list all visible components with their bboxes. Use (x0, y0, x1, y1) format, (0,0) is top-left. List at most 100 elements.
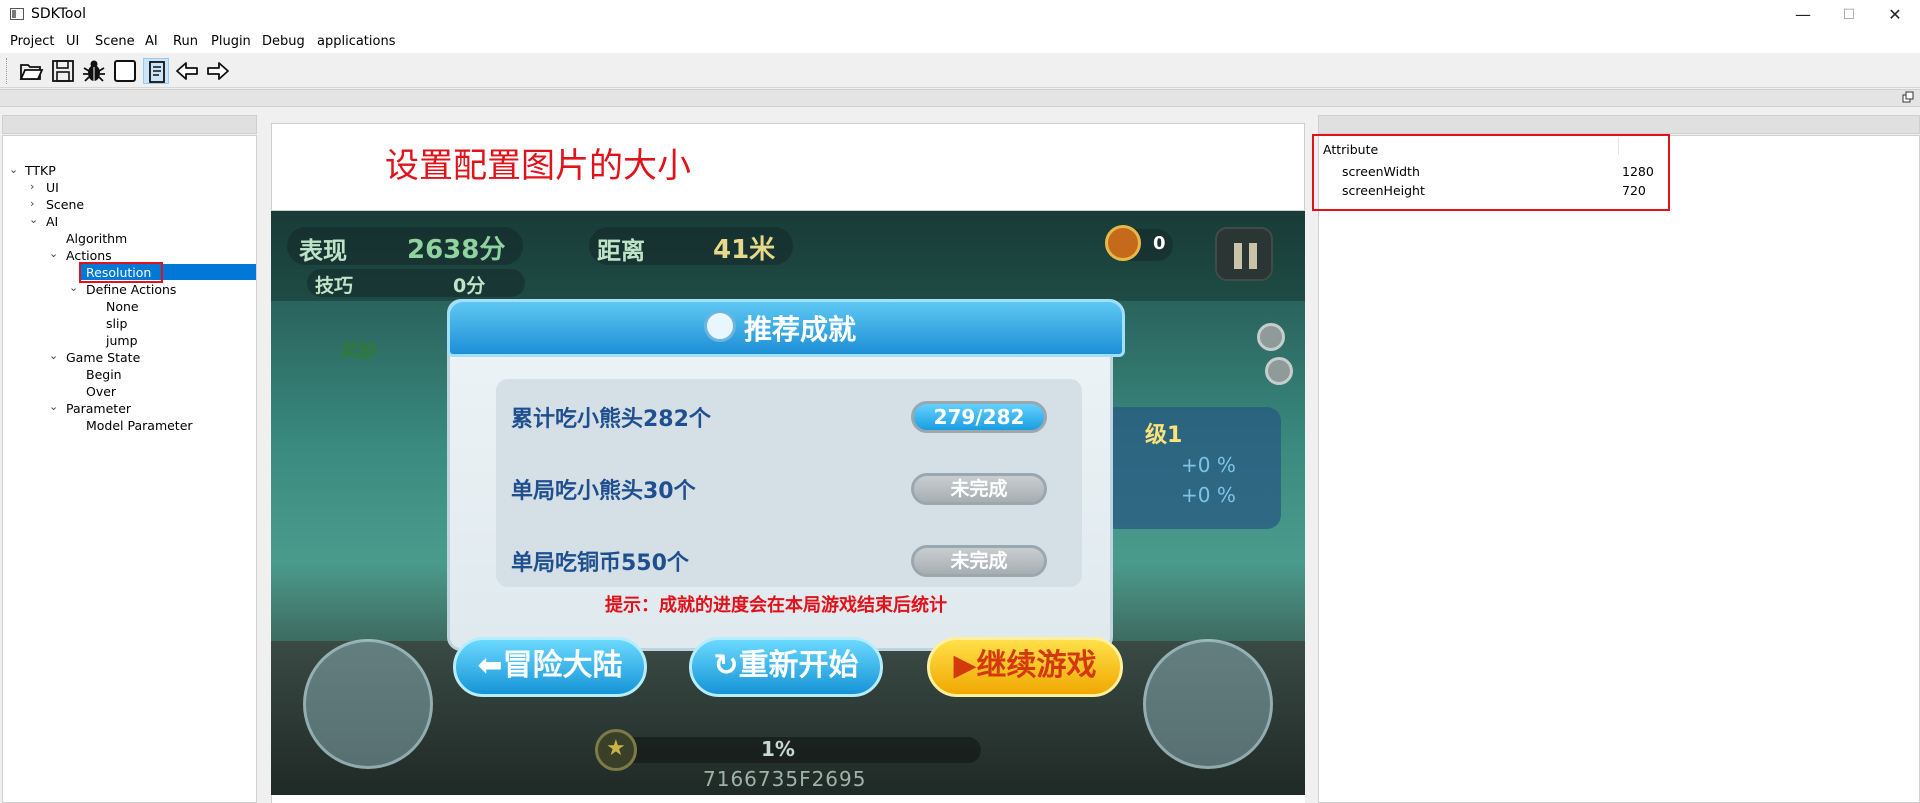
blank-square-icon[interactable] (112, 58, 138, 84)
label-tool-icon[interactable] (143, 58, 169, 84)
window-title: SDKTool (31, 6, 86, 22)
achievement-text: 累计吃小熊头282个 (511, 407, 711, 432)
image-panel-footer (271, 795, 1305, 803)
attribute-panel-header (1318, 115, 1920, 134)
hud-skill-value: 0分 (453, 275, 486, 297)
hud-skill-label: 技巧 (315, 275, 354, 297)
game-screenshot[interactable]: 表现 2638分 技巧 0分 距离 41米 0 奖励 级1 +0 % +0 % … (271, 211, 1305, 795)
chevron-right-icon[interactable]: › (30, 180, 34, 193)
menu-plugin[interactable]: Plugin (211, 34, 251, 49)
dialog-title-bar: 推荐成就 (447, 299, 1125, 357)
coin-icon (1257, 323, 1285, 351)
tree-item-over[interactable]: Over (86, 384, 116, 399)
menu-ui[interactable]: UI (66, 34, 79, 49)
tree-item-define-actions[interactable]: Define Actions (86, 282, 176, 297)
menu-ai[interactable]: AI (145, 34, 158, 49)
float-dock-icon[interactable] (1902, 91, 1914, 103)
hud-score-value: 2638分 (407, 235, 506, 265)
toolbar (0, 53, 1920, 88)
dialog-title: 推荐成就 (744, 313, 857, 346)
back-arrow-icon[interactable] (174, 58, 200, 84)
hud-distance-label: 距离 (597, 237, 645, 265)
hud-score-label: 表现 (299, 237, 347, 265)
game-code: 7166735F2695 (703, 767, 867, 791)
chevron-down-icon[interactable]: ⌄ (49, 349, 58, 362)
chevron-down-icon[interactable]: ⌄ (9, 163, 18, 176)
chevron-down-icon[interactable]: ⌄ (49, 400, 58, 413)
open-folder-icon[interactable] (18, 58, 44, 84)
tree-item-algorithm[interactable]: Algorithm (66, 231, 127, 246)
restart-icon: ↻ (713, 648, 739, 683)
coin-icon (1265, 357, 1293, 385)
chevron-right-icon[interactable]: › (30, 197, 34, 210)
hud-score-pill: 表现 2638分 (287, 227, 523, 265)
close-button[interactable]: ✕ (1872, 0, 1918, 31)
hud-gem-count: 0 (1153, 233, 1166, 254)
tree-item-actions[interactable]: Actions (66, 248, 112, 263)
tree-item-ai[interactable]: AI (46, 214, 58, 229)
menu-debug[interactable]: Debug (262, 34, 305, 49)
attribute-panel (1318, 135, 1920, 803)
side-bonus-1: +0 % (1181, 453, 1236, 477)
save-icon[interactable] (50, 58, 76, 84)
tree-item-resolution[interactable]: Resolution (86, 265, 151, 280)
annotation-caption: 设置配置图片的大小 (385, 146, 691, 186)
continue-button-label: 继续游戏 (976, 648, 1097, 683)
star-icon: ★ (595, 729, 637, 771)
maximize-button[interactable]: ☐ (1826, 0, 1872, 31)
continue-button[interactable]: ▶继续游戏 (927, 637, 1123, 697)
tree-item-parameter[interactable]: Parameter (66, 401, 131, 416)
tree-item-game-state[interactable]: Game State (66, 350, 140, 365)
achievement-row: 单局吃小熊头30个 未完成 (511, 463, 1071, 513)
dialog-hint: 提示：成就的进度会在本局游戏结束后统计 (605, 595, 947, 616)
achievement-status: 未完成 (911, 473, 1047, 505)
restart-button[interactable]: ↻重新开始 (689, 637, 883, 697)
tree-item-begin[interactable]: Begin (86, 367, 122, 382)
menu-run[interactable]: Run (173, 34, 198, 49)
menu-scene[interactable]: Scene (95, 34, 135, 49)
minimize-button[interactable]: — (1780, 0, 1826, 31)
tree-item-ttkp[interactable]: TTKP (25, 163, 56, 178)
adventure-button-label: 冒险大陆 (502, 648, 623, 683)
shield-icon (704, 310, 736, 342)
image-panel-header (270, 115, 1305, 123)
tree-item-slip[interactable]: slip (106, 316, 127, 331)
slide-action-icon[interactable] (303, 639, 433, 769)
side-level: 级1 (1145, 423, 1183, 448)
achievement-row: 单局吃铜币550个 未完成 (511, 535, 1071, 585)
title-bar (0, 0, 1920, 31)
chevron-down-icon[interactable]: ⌄ (29, 213, 38, 226)
menu-applications[interactable]: applications (317, 34, 395, 49)
adventure-button[interactable]: ⬅冒险大陆 (453, 637, 647, 697)
forward-arrow-icon[interactable] (205, 58, 231, 84)
chevron-down-icon[interactable]: ⌄ (69, 281, 78, 294)
jump-action-icon[interactable] (1143, 639, 1273, 769)
app-icon (10, 8, 24, 20)
hud-distance-value: 41米 (713, 235, 776, 265)
tree-item-ui[interactable]: UI (46, 180, 59, 195)
hud-skill-pill: 技巧 0分 (307, 269, 525, 297)
hud-distance-pill: 距离 41米 (589, 227, 793, 265)
progress-percent: 1% (761, 737, 795, 761)
gem-icon (1105, 225, 1141, 261)
pause-button[interactable] (1215, 227, 1273, 281)
chevron-down-icon[interactable]: ⌄ (49, 247, 58, 260)
menu-project[interactable]: Project (10, 34, 54, 49)
progress-bar: 1% (601, 737, 981, 763)
tree-item-scene[interactable]: Scene (46, 197, 84, 212)
restart-button-label: 重新开始 (738, 648, 859, 683)
toolbar-grip (6, 58, 8, 84)
dock-strip (0, 89, 1920, 107)
tree-item-model-parameter[interactable]: Model Parameter (86, 418, 193, 433)
tree-panel-header (2, 115, 257, 134)
tree-item-none[interactable]: None (106, 299, 139, 314)
tree-item-jump[interactable]: jump (106, 333, 138, 348)
achievement-progress: 279/282 (911, 401, 1047, 433)
achievement-text: 单局吃铜币550个 (511, 551, 689, 576)
achievement-text: 单局吃小熊头30个 (511, 479, 696, 504)
side-info-panel: 级1 +0 % +0 % (1101, 407, 1281, 529)
back-arrow-icon: ⬅ (477, 648, 503, 683)
project-tree (2, 135, 257, 803)
side-bonus-2: +0 % (1181, 483, 1236, 507)
debug-bug-icon[interactable] (81, 58, 107, 84)
